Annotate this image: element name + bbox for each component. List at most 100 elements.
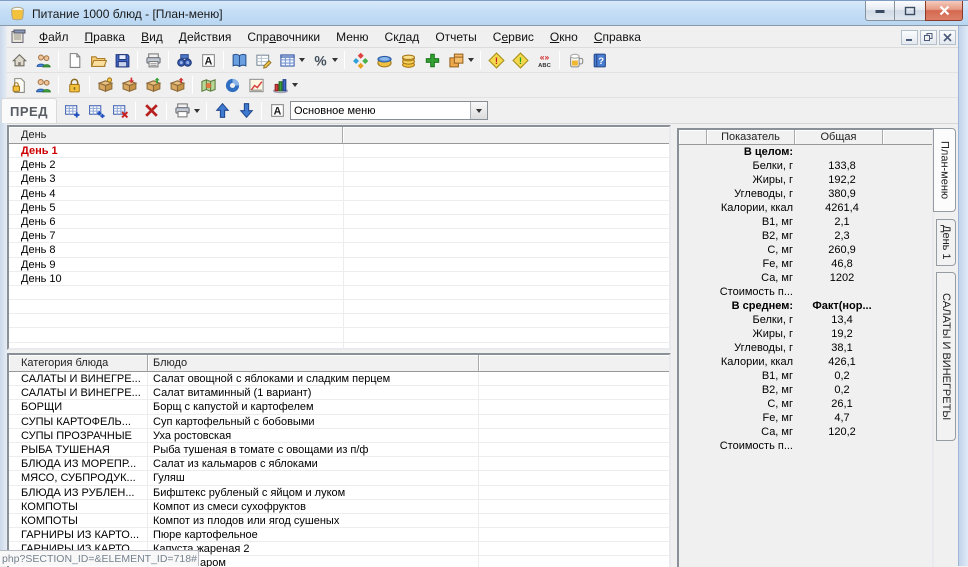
- abc-button[interactable]: «»ABC: [532, 49, 556, 71]
- nutrient-row[interactable]: Fe, мг4,7: [679, 411, 932, 425]
- boxed-a-button[interactable]: А: [265, 100, 289, 122]
- mdi-restore-button[interactable]: [920, 30, 937, 45]
- menu-item[interactable]: Справочники: [239, 27, 328, 47]
- mug-button[interactable]: [563, 49, 587, 71]
- dish-row[interactable]: МЯСО, СУБПРОДУК...Гуляш: [9, 471, 669, 485]
- help-book-button[interactable]: ?: [587, 49, 611, 71]
- day-row[interactable]: День 6: [9, 215, 669, 229]
- dropdown-arrow-icon[interactable]: [468, 58, 474, 62]
- menu-item[interactable]: Склад: [377, 27, 428, 47]
- category-column-header[interactable]: Категория блюда: [9, 355, 148, 372]
- plus-green-button[interactable]: [420, 49, 444, 71]
- nutrient-row[interactable]: В1, мг2,1: [679, 215, 932, 229]
- save-button[interactable]: [110, 49, 134, 71]
- sparkles-button[interactable]: [348, 49, 372, 71]
- grid-delete-button[interactable]: [108, 100, 132, 122]
- font-a-button[interactable]: А: [196, 49, 220, 71]
- day-row[interactable]: День 4: [9, 187, 669, 201]
- nutrient-row[interactable]: Жиры, г192,2: [679, 173, 932, 187]
- dropdown-arrow-icon[interactable]: [299, 58, 305, 62]
- map-chart-button[interactable]: [196, 74, 220, 96]
- total-column-header[interactable]: Общая: [795, 130, 883, 145]
- box-red2-button[interactable]: [165, 74, 189, 96]
- book-button[interactable]: [227, 49, 251, 71]
- day-column-header-empty[interactable]: [343, 127, 669, 144]
- dish-row[interactable]: СУПЫ КАРТОФЕЛЬ...Суп картофельный с бобо…: [9, 415, 669, 429]
- people-button[interactable]: [31, 74, 55, 96]
- dropdown-arrow-icon[interactable]: [194, 109, 200, 113]
- boxes-button[interactable]: [444, 49, 468, 71]
- edit-grid-button[interactable]: [251, 49, 275, 71]
- minimize-button[interactable]: [865, 1, 895, 21]
- day-row[interactable]: День 7: [9, 229, 669, 243]
- day-column-header[interactable]: День: [9, 127, 343, 144]
- dish-row[interactable]: РЫБА ТУШЕНАЯРыба тушеная в томате с овощ…: [9, 443, 669, 457]
- nutrient-row[interactable]: Стоимость п...: [679, 285, 932, 299]
- new-document-button[interactable]: [62, 49, 86, 71]
- padlock-button[interactable]: [62, 74, 86, 96]
- pred-tab[interactable]: ПРЕД: [1, 98, 57, 123]
- dish-row[interactable]: БЛЮДА ИЗ МОРЕПР...Салат из кальмаров с я…: [9, 457, 669, 471]
- menu-item[interactable]: Действия: [171, 27, 240, 47]
- dish-row[interactable]: БОРЩИБорщ с капустой и картофелем: [9, 400, 669, 414]
- day-row[interactable]: День 9: [9, 258, 669, 272]
- day-row[interactable]: День 2: [9, 158, 669, 172]
- menu-item[interactable]: Файл: [31, 27, 77, 47]
- nutrient-row[interactable]: В1, мг0,2: [679, 369, 932, 383]
- home-button[interactable]: [7, 49, 31, 71]
- nutrient-row[interactable]: Fe, мг46,8: [679, 257, 932, 271]
- red-x-button[interactable]: [139, 100, 163, 122]
- nutrient-row[interactable]: Стоимость п...: [679, 439, 932, 453]
- side-tab-day1[interactable]: День 1: [936, 219, 956, 266]
- dish-row[interactable]: КОМПОТЫКомпот из плодов или ягод сушеных: [9, 514, 669, 528]
- day-row[interactable]: День 3: [9, 172, 669, 186]
- nutrient-row[interactable]: Са, мг120,2: [679, 425, 932, 439]
- arrow-down-button[interactable]: [234, 100, 258, 122]
- menu-item[interactable]: Правка: [77, 27, 134, 47]
- side-tab-plan-menu[interactable]: План-меню: [933, 128, 956, 212]
- dish-row[interactable]: САЛАТЫ И ВИНЕГРЕ...Салат витаминный (1 в…: [9, 386, 669, 400]
- nutrient-row[interactable]: В2, мг2,3: [679, 229, 932, 243]
- print-small-button[interactable]: [170, 100, 194, 122]
- grid-add2-button[interactable]: [84, 100, 108, 122]
- day-row[interactable]: День 8: [9, 243, 669, 257]
- nutrient-row[interactable]: С, мг26,1: [679, 397, 932, 411]
- users-button[interactable]: [31, 49, 55, 71]
- dropdown-arrow-icon[interactable]: [332, 58, 338, 62]
- nutrient-row[interactable]: В целом:: [679, 145, 932, 159]
- pot-button[interactable]: [372, 49, 396, 71]
- open-folder-button[interactable]: [86, 49, 110, 71]
- nutrient-row[interactable]: Белки, г133,8: [679, 159, 932, 173]
- donut-chart-button[interactable]: [220, 74, 244, 96]
- day-row[interactable]: День 1: [9, 144, 669, 158]
- dish-row[interactable]: САЛАТЫ И ВИНЕГРЕ...Салат овощной с яблок…: [9, 372, 669, 386]
- menu-type-combobox[interactable]: Основное меню: [290, 101, 488, 120]
- dish-row[interactable]: БЛЮДА ИЗ РУБЛЕН...Бифштекс рубленый с яй…: [9, 486, 669, 500]
- diamond-red-button[interactable]: !: [484, 49, 508, 71]
- menu-item[interactable]: Отчеты: [427, 27, 484, 47]
- mdi-close-button[interactable]: [939, 30, 956, 45]
- menu-item[interactable]: Меню: [328, 27, 376, 47]
- combobox-dropdown-button[interactable]: [470, 102, 487, 119]
- grid-blue-button[interactable]: [275, 49, 299, 71]
- grid-add-button[interactable]: [60, 100, 84, 122]
- dropdown-arrow-icon[interactable]: [292, 83, 298, 87]
- dish-row[interactable]: КОМПОТЫКомпот из смеси сухофруктов: [9, 500, 669, 514]
- diamond-green-button[interactable]: !: [508, 49, 532, 71]
- print-button[interactable]: [141, 49, 165, 71]
- nutrient-row[interactable]: С, мг260,9: [679, 243, 932, 257]
- indicator-column-header[interactable]: Показатель: [707, 130, 795, 145]
- nutrient-row[interactable]: Углеводы, г380,9: [679, 187, 932, 201]
- bar-chart-button[interactable]: [268, 74, 292, 96]
- nutrient-row[interactable]: Жиры, г19,2: [679, 327, 932, 341]
- nutrient-row[interactable]: В2, мг0,2: [679, 383, 932, 397]
- dish-row[interactable]: СУПЫ ПРОЗРАЧНЫЕУха ростовская: [9, 429, 669, 443]
- nutrient-row[interactable]: Калории, ккал426,1: [679, 355, 932, 369]
- menu-item[interactable]: Сервис: [485, 27, 542, 47]
- mdi-minimize-button[interactable]: [901, 30, 918, 45]
- box-red-button[interactable]: [117, 74, 141, 96]
- dish-column-header[interactable]: Блюдо: [148, 355, 479, 372]
- close-button[interactable]: [925, 1, 963, 21]
- percent-button[interactable]: %: [308, 49, 332, 71]
- dish-column-header-empty[interactable]: [479, 355, 669, 372]
